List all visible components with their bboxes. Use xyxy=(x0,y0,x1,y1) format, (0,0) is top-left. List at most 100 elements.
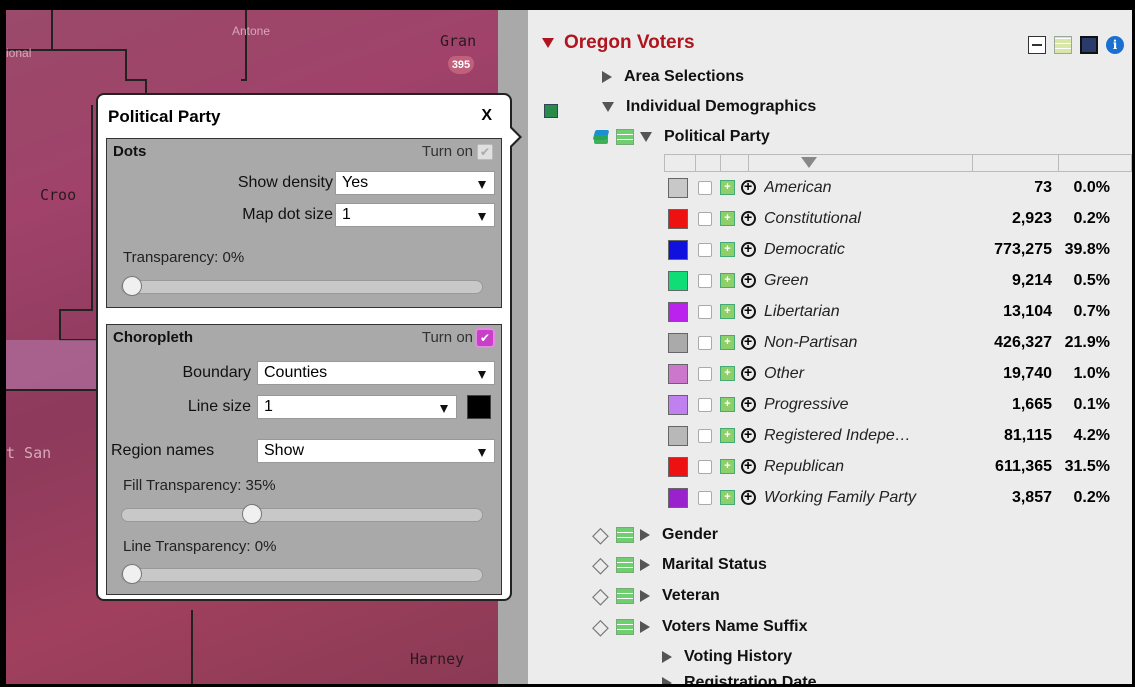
layers-icon[interactable] xyxy=(592,552,610,578)
row-checkbox[interactable] xyxy=(698,428,712,443)
add-icon[interactable]: + xyxy=(720,428,735,443)
color-swatch[interactable] xyxy=(668,332,688,353)
table-icon[interactable] xyxy=(616,526,634,543)
row-checkbox[interactable] xyxy=(698,366,712,381)
legend-row[interactable]: + Democratic 773,275 39.8% xyxy=(664,234,1132,265)
tree-item-marital-status[interactable]: Marital Status xyxy=(592,552,767,578)
color-swatch[interactable] xyxy=(668,394,688,415)
legend-row[interactable]: + Registered Indepe… 81,115 4.2% xyxy=(664,420,1132,451)
table-icon[interactable] xyxy=(616,556,634,573)
add-icon[interactable]: + xyxy=(720,304,735,319)
locate-icon[interactable] xyxy=(741,209,756,226)
row-checkbox[interactable] xyxy=(698,211,712,226)
line-size-select[interactable]: 1 xyxy=(257,395,457,419)
tree-item-voters-name-suffix[interactable]: Voters Name Suffix xyxy=(592,614,808,640)
expand-triangle-icon[interactable] xyxy=(640,589,650,602)
film-icon[interactable] xyxy=(1080,36,1098,54)
locate-icon[interactable] xyxy=(741,302,756,319)
tree-item-registration-date[interactable]: Registration Date xyxy=(662,674,816,684)
show-density-select[interactable]: Yes xyxy=(335,171,495,195)
tree-item-voting-history[interactable]: Voting History xyxy=(662,648,792,666)
expand-triangle-icon[interactable] xyxy=(662,650,672,663)
panel-title[interactable]: Oregon Voters xyxy=(542,32,695,54)
dots-turn-on-checkbox[interactable]: ✔ xyxy=(477,144,493,161)
row-checkbox[interactable] xyxy=(698,304,712,319)
collapse-triangle-icon[interactable] xyxy=(542,37,554,48)
slider-handle[interactable] xyxy=(122,276,142,296)
row-checkbox[interactable] xyxy=(698,490,712,505)
row-checkbox[interactable] xyxy=(698,273,712,288)
boundary-select[interactable]: Counties xyxy=(257,361,495,385)
color-swatch[interactable] xyxy=(668,456,688,477)
add-icon[interactable]: + xyxy=(720,366,735,381)
color-swatch[interactable] xyxy=(668,301,688,322)
layers-icon[interactable] xyxy=(592,130,610,144)
legend-row[interactable]: + Green 9,214 0.5% xyxy=(664,265,1132,296)
add-icon[interactable]: + xyxy=(720,459,735,474)
table-icon[interactable] xyxy=(616,587,634,604)
layers-icon[interactable] xyxy=(592,583,610,609)
legend-row[interactable]: + Working Family Party 3,857 0.2% xyxy=(664,482,1132,513)
legend-row[interactable]: + Other 19,740 1.0% xyxy=(664,358,1132,389)
region-names-select[interactable]: Show xyxy=(257,439,495,463)
row-checkbox[interactable] xyxy=(698,180,712,195)
add-icon[interactable]: + xyxy=(720,180,735,195)
tree-item-area-selections[interactable]: Area Selections xyxy=(602,68,744,86)
add-icon[interactable]: + xyxy=(720,335,735,350)
color-swatch[interactable] xyxy=(668,208,688,229)
slider-handle[interactable] xyxy=(241,504,262,524)
legend-row[interactable]: + American 73 0.0% xyxy=(664,172,1132,203)
add-icon[interactable]: + xyxy=(720,273,735,288)
locate-icon[interactable] xyxy=(741,333,756,350)
legend-row[interactable]: + Non-Partisan 426,327 21.9% xyxy=(664,327,1132,358)
legend-row[interactable]: + Republican 611,365 31.5% xyxy=(664,451,1132,482)
color-swatch[interactable] xyxy=(668,270,688,291)
legend-row[interactable]: + Progressive 1,665 0.1% xyxy=(664,389,1132,420)
row-checkbox[interactable] xyxy=(698,242,712,257)
row-checkbox[interactable] xyxy=(698,335,712,350)
add-icon[interactable]: + xyxy=(720,242,735,257)
locate-icon[interactable] xyxy=(741,395,756,412)
map-dot-size-select[interactable]: 1 xyxy=(335,203,495,227)
info-icon[interactable]: i xyxy=(1106,36,1124,54)
locate-icon[interactable] xyxy=(741,178,756,195)
tree-item-gender[interactable]: Gender xyxy=(592,522,718,548)
close-button[interactable]: X xyxy=(481,107,492,125)
table-icon[interactable] xyxy=(616,128,634,145)
color-swatch[interactable] xyxy=(668,487,688,508)
fill-transparency-slider[interactable] xyxy=(121,504,483,524)
legend-row[interactable]: + Constitutional 2,923 0.2% xyxy=(664,203,1132,234)
layers-icon[interactable] xyxy=(592,614,610,640)
line-transparency-slider[interactable] xyxy=(121,564,483,584)
locate-icon[interactable] xyxy=(741,426,756,443)
row-checkbox[interactable] xyxy=(698,459,712,474)
layers-icon[interactable] xyxy=(592,522,610,548)
expand-triangle-icon[interactable] xyxy=(640,558,650,571)
add-icon[interactable]: + xyxy=(720,211,735,226)
color-swatch[interactable] xyxy=(668,177,688,198)
locate-icon[interactable] xyxy=(741,271,756,288)
color-swatch[interactable] xyxy=(668,363,688,384)
collapse-triangle-icon[interactable] xyxy=(602,101,614,112)
tree-item-veteran[interactable]: Veteran xyxy=(592,583,720,609)
locate-icon[interactable] xyxy=(741,364,756,381)
color-swatch[interactable] xyxy=(668,239,688,260)
expand-triangle-icon[interactable] xyxy=(662,676,672,684)
choropleth-turn-on-checkbox[interactable]: ✔ xyxy=(475,328,495,349)
legend-row[interactable]: + Libertarian 13,104 0.7% xyxy=(664,296,1132,327)
tree-item-political-party[interactable]: Political Party xyxy=(592,128,770,146)
table-icon[interactable] xyxy=(1054,36,1072,54)
locate-icon[interactable] xyxy=(741,457,756,474)
add-icon[interactable]: + xyxy=(720,490,735,505)
choropleth-turn-on[interactable]: Turn on ✔ xyxy=(422,328,495,349)
dots-turn-on[interactable]: Turn on ✔ xyxy=(422,143,493,161)
expand-triangle-icon[interactable] xyxy=(640,620,650,633)
add-icon[interactable]: + xyxy=(720,397,735,412)
sort-triangle-icon[interactable] xyxy=(801,157,818,168)
collapse-triangle-icon[interactable] xyxy=(640,131,652,142)
collapse-all-icon[interactable] xyxy=(1028,36,1046,54)
tree-item-individual-demographics[interactable]: Individual Demographics xyxy=(602,98,816,116)
expand-triangle-icon[interactable] xyxy=(602,70,612,83)
expand-triangle-icon[interactable] xyxy=(640,528,650,541)
row-checkbox[interactable] xyxy=(698,397,712,412)
